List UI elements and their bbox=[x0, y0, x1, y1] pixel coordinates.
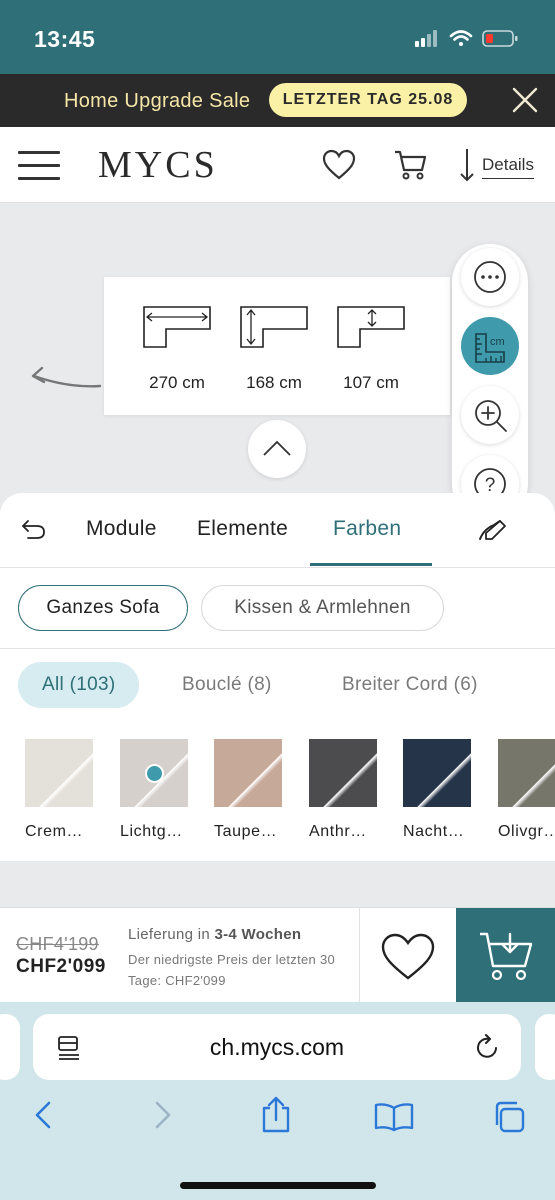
seat-depth-dimension-icon bbox=[337, 306, 405, 348]
tab-module[interactable]: Module bbox=[86, 517, 157, 541]
fabric-swatch-label: Lichtg… bbox=[120, 823, 183, 840]
segment-ganzes-sofa[interactable]: Ganzes Sofa bbox=[18, 585, 188, 631]
rotate-back-arrow-icon[interactable] bbox=[28, 366, 104, 392]
home-indicator bbox=[180, 1182, 376, 1189]
url-text: ch.mycs.com bbox=[209, 1034, 345, 1060]
signal-icon bbox=[415, 30, 437, 47]
segment-kissen-armlehnen[interactable]: Kissen & Armlehnen bbox=[201, 585, 444, 631]
dimension-seat: 107 cm bbox=[326, 305, 416, 393]
add-to-wishlist-button[interactable] bbox=[359, 908, 456, 1003]
dimension-depth-label: 168 cm bbox=[246, 373, 302, 392]
dimensions-card: 270 cm 168 cm 107 cm bbox=[104, 277, 450, 415]
filter-boucle[interactable]: Bouclé (8) bbox=[182, 662, 272, 708]
status-bar: 13:45 bbox=[0, 0, 555, 74]
fabric-swatch[interactable] bbox=[403, 739, 471, 807]
bookmarks-icon[interactable] bbox=[374, 1102, 414, 1137]
delivery-prefix: Lieferung in bbox=[128, 926, 215, 943]
zoom-in-icon bbox=[475, 400, 507, 432]
old-price: CHF4'199 bbox=[16, 934, 99, 954]
add-to-cart-button[interactable] bbox=[456, 908, 555, 1003]
share-icon[interactable] bbox=[260, 1096, 292, 1139]
current-price: CHF2'099 bbox=[16, 956, 106, 977]
back-icon[interactable] bbox=[32, 1100, 54, 1135]
width-dimension-icon bbox=[143, 306, 211, 348]
cart-icon[interactable] bbox=[394, 149, 428, 181]
depth-dimension-icon bbox=[240, 306, 308, 348]
menu-icon[interactable] bbox=[18, 151, 60, 181]
status-icons bbox=[415, 28, 535, 48]
tool-rail: cm ? bbox=[452, 244, 528, 522]
divider bbox=[0, 567, 555, 568]
active-tab-indicator bbox=[310, 563, 432, 566]
heart-icon bbox=[381, 933, 435, 980]
fabric-swatch-label: Crem… bbox=[25, 823, 84, 840]
filter-breiter-cord[interactable]: Breiter Cord (6) bbox=[342, 662, 478, 708]
details-link[interactable]: Details bbox=[482, 155, 534, 179]
forward-icon[interactable] bbox=[152, 1100, 174, 1135]
fabric-swatch-label: Olivgr… bbox=[498, 823, 555, 840]
dimension-seat-label: 107 cm bbox=[343, 373, 399, 392]
chevron-up-icon bbox=[263, 440, 291, 456]
reload-icon[interactable] bbox=[475, 1034, 501, 1065]
wishlist-heart-icon[interactable] bbox=[322, 149, 356, 181]
fabric-swatch[interactable] bbox=[309, 739, 377, 807]
wifi-icon bbox=[449, 30, 473, 46]
dimension-width-label: 270 cm bbox=[149, 373, 205, 392]
fabric-swatch-label: Taupe… bbox=[214, 823, 278, 840]
arrow-down-icon bbox=[460, 147, 474, 183]
spacer bbox=[0, 861, 555, 907]
mycs-logo[interactable]: MYCS bbox=[98, 143, 218, 187]
measure-cm-icon: cm bbox=[475, 333, 505, 363]
zoom-in-button[interactable] bbox=[461, 386, 519, 444]
cart-bar: CHF4'199 CHF2'099 Lieferung in 3-4 Woche… bbox=[0, 907, 555, 1003]
undo-icon[interactable] bbox=[20, 517, 46, 541]
fabric-swatch[interactable] bbox=[214, 739, 282, 807]
dimension-depth: 168 cm bbox=[229, 305, 319, 393]
site-header: MYCS Details bbox=[0, 127, 555, 203]
delivery-time: 3-4 Wochen bbox=[214, 926, 302, 943]
previous-tab-preview[interactable] bbox=[0, 1014, 20, 1080]
battery-icon bbox=[482, 30, 518, 47]
fabric-swatch-label: Nacht… bbox=[403, 823, 465, 840]
fabric-swatch[interactable] bbox=[25, 739, 93, 807]
filter-all[interactable]: All (103) bbox=[18, 662, 140, 708]
pen-icon[interactable] bbox=[478, 519, 508, 541]
tab-farben[interactable]: Farben bbox=[333, 517, 401, 541]
promo-bar: Home Upgrade Sale LETZTER TAG 25.08 bbox=[0, 74, 555, 127]
status-time: 13:45 bbox=[34, 26, 96, 52]
fabric-swatch[interactable] bbox=[498, 739, 555, 807]
promo-text: Home Upgrade Sale bbox=[64, 90, 251, 112]
fabric-swatch-label: Anthr… bbox=[309, 823, 367, 840]
selected-indicator bbox=[145, 764, 164, 783]
more-options-button[interactable] bbox=[461, 248, 519, 306]
collapse-panel-button[interactable] bbox=[248, 420, 306, 478]
delivery-info: Lieferung in 3-4 Wochen bbox=[128, 926, 301, 943]
close-icon[interactable] bbox=[511, 86, 539, 114]
measure-button[interactable]: cm bbox=[461, 317, 519, 375]
tab-elemente[interactable]: Elemente bbox=[197, 517, 288, 541]
browser-toolbar: ch.mycs.com bbox=[0, 1002, 555, 1200]
configurator-panel: Module Elemente Farben Ganzes Sofa Kisse… bbox=[0, 493, 555, 861]
tabs-icon[interactable] bbox=[492, 1100, 526, 1139]
divider bbox=[0, 648, 555, 649]
measure-cm-text: cm bbox=[490, 336, 505, 348]
more-options-icon bbox=[474, 261, 506, 293]
next-tab-preview[interactable] bbox=[535, 1014, 555, 1080]
add-to-cart-icon bbox=[480, 932, 533, 981]
dimension-width: 270 cm bbox=[132, 305, 222, 393]
lowest-price-note: Der niedrigste Preis der letzten 30 Tage… bbox=[128, 952, 336, 988]
address-bar[interactable]: ch.mycs.com bbox=[33, 1014, 521, 1080]
promo-deadline-badge[interactable]: LETZTER TAG 25.08 bbox=[269, 83, 467, 117]
fabric-swatch[interactable] bbox=[120, 739, 188, 807]
